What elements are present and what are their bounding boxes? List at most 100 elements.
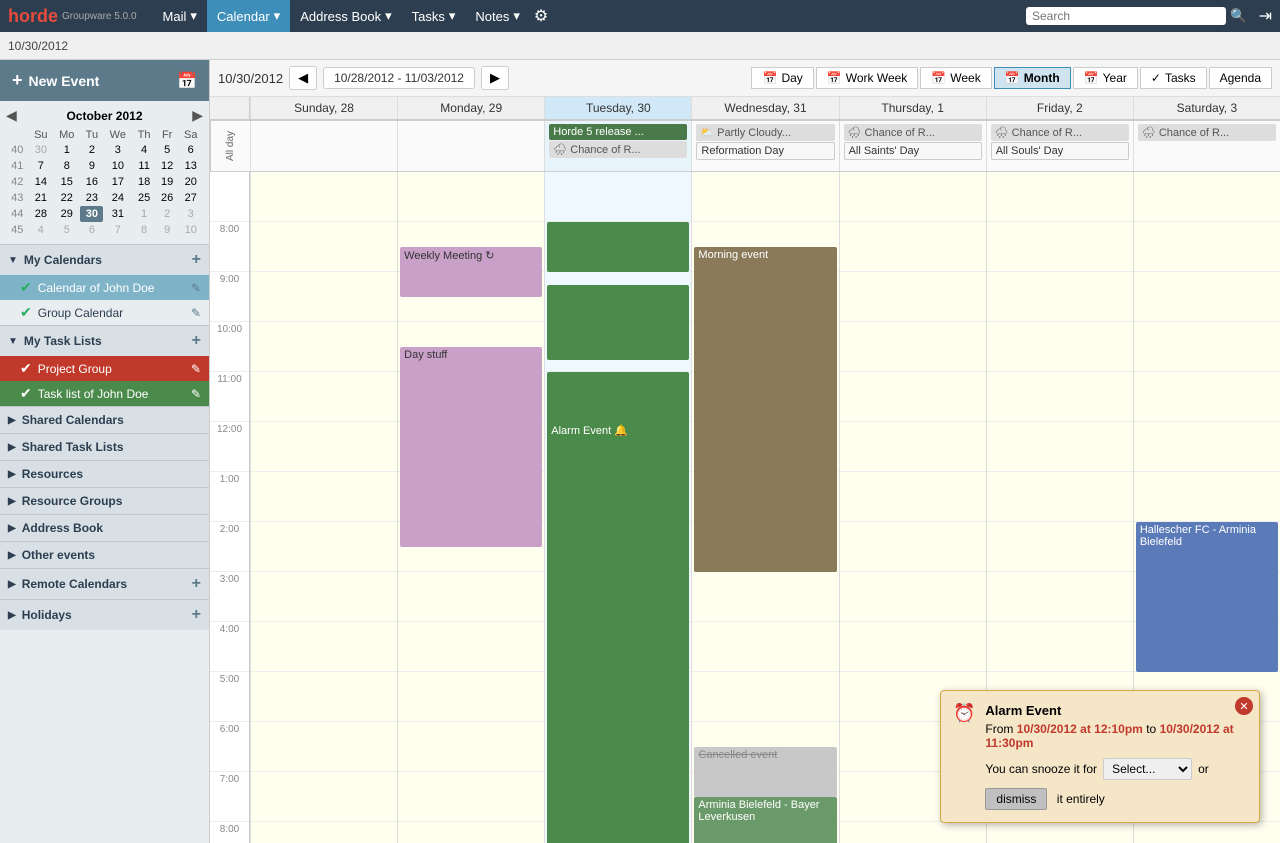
add-button[interactable]: + [192,606,201,624]
allday-cell-6[interactable]: 🌧 Chance of R... [1133,121,1280,171]
allday-cell-4[interactable]: 🌧 Chance of R... All Saints' Day [839,121,986,171]
next-month-button[interactable]: ▶ [192,107,203,124]
edit-calendar-button[interactable]: ✎ [191,306,201,320]
mini-cal-day[interactable]: 29 [53,206,80,222]
day-header-6[interactable]: Saturday, 3 [1133,97,1280,119]
chance-rain-event-thu[interactable]: 🌧 Chance of R... [844,124,982,141]
nav-calendar[interactable]: Calendar ▾ [207,0,290,32]
chance-rain-event-fri[interactable]: 🌧 Chance of R... [991,124,1129,141]
mini-cal-day[interactable]: 15 [53,174,80,190]
week-number[interactable]: 44 [6,206,29,222]
add-task-list-button[interactable]: + [192,332,201,350]
mini-cal-day[interactable]: 22 [53,190,80,206]
mini-cal-day[interactable]: 2 [80,142,103,158]
section-header[interactable]: ▶ Shared Calendars [0,407,209,433]
section-header[interactable]: ▶ Holidays + [0,600,209,630]
tab-agenda[interactable]: Agenda [1209,67,1272,89]
sidebar-item-project-group[interactable]: ✔ Project Group ✎ [0,356,209,381]
my-task-lists-header[interactable]: ▼ My Task Lists + [0,326,209,356]
mini-cal-day[interactable]: 9 [80,158,103,174]
mini-cal-day[interactable]: 7 [29,158,54,174]
day-header-4[interactable]: Thursday, 1 [839,97,986,119]
mini-cal-day[interactable]: 10 [103,158,132,174]
chance-rain-event-tue[interactable]: 🌧 Chance of R... [549,141,687,158]
edit-task-list-button[interactable]: ✎ [191,362,201,376]
calendar-event[interactable]: Day stuff [400,347,542,547]
day-column-2[interactable]: Alarm Event 🔔 [544,172,691,843]
all-souls-day-event[interactable]: All Souls' Day [991,142,1129,160]
next-week-button[interactable]: ▶ [481,66,509,90]
mini-cal-day[interactable]: 1 [53,142,80,158]
allday-cell-1[interactable] [397,121,544,171]
week-number[interactable]: 45 [6,222,29,238]
mini-cal-day[interactable]: 21 [29,190,54,206]
my-calendars-header[interactable]: ▼ My Calendars + [0,245,209,275]
mini-cal-day[interactable]: 27 [178,190,203,206]
section-header[interactable]: ▶ Shared Task Lists [0,434,209,460]
mini-cal-day[interactable]: 12 [156,158,179,174]
nav-mail[interactable]: Mail ▾ [153,0,207,32]
mini-cal-day[interactable]: 8 [53,158,80,174]
week-number[interactable]: 42 [6,174,29,190]
calendar-picker-icon[interactable]: 📅 [177,71,197,91]
mini-cal-day[interactable]: 5 [156,142,179,158]
prev-month-button[interactable]: ◀ [6,107,17,124]
tab-tasks[interactable]: ✓ Tasks [1140,67,1207,89]
allday-cell-0[interactable] [250,121,397,171]
day-column-3[interactable]: Morning eventCancelled eventArminia Biel… [691,172,838,843]
mini-cal-day[interactable]: 18 [132,174,156,190]
calendar-event[interactable]: Alarm Event 🔔 [547,422,689,843]
day-header-5[interactable]: Friday, 2 [986,97,1133,119]
day-column-1[interactable]: Weekly Meeting ↻ Day stuff [397,172,544,843]
sidebar-item-john-doe-tasks[interactable]: ✔ Task list of John Doe ✎ [0,381,209,406]
mini-cal-day[interactable]: 5 [53,222,80,238]
week-number[interactable]: 41 [6,158,29,174]
day-header-1[interactable]: Monday, 29 [397,97,544,119]
nav-tasks[interactable]: Tasks ▾ [402,0,466,32]
mini-cal-day[interactable]: 11 [132,158,156,174]
tab-day[interactable]: 📅 Day [751,67,813,89]
calendar-event[interactable] [547,285,689,360]
alarm-close-button[interactable]: ✕ [1235,697,1253,715]
horde-release-event[interactable]: Horde 5 release ... [549,124,687,140]
calendar-event[interactable]: Weekly Meeting ↻ [400,247,542,297]
day-header-2[interactable]: Tuesday, 30 [544,97,691,119]
section-header[interactable]: ▶ Address Book [0,515,209,541]
week-number[interactable]: 43 [6,190,29,206]
section-header[interactable]: ▶ Remote Calendars + [0,569,209,599]
calendar-event[interactable]: Morning event [694,247,836,572]
mini-cal-day[interactable]: 3 [178,206,203,222]
tab-month[interactable]: 📅 Month [994,67,1071,89]
mini-cal-day[interactable]: 4 [29,222,54,238]
nav-addressbook[interactable]: Address Book ▾ [290,0,401,32]
snooze-select[interactable]: Select... 5 minutes 10 minutes 15 minute… [1103,758,1192,780]
mini-cal-day[interactable]: 16 [80,174,103,190]
mini-cal-day[interactable]: 3 [103,142,132,158]
calendar-event[interactable]: Arminia Bielefeld - Bayer Leverkusen [694,797,836,843]
tab-week[interactable]: 📅 Week [920,67,991,89]
day-header-0[interactable]: Sunday, 28 [250,97,397,119]
mini-cal-day[interactable]: 25 [132,190,156,206]
mini-cal-day[interactable]: 7 [103,222,132,238]
section-header[interactable]: ▶ Resources [0,461,209,487]
mini-cal-day[interactable]: 23 [80,190,103,206]
sidebar-item-john-doe-calendar[interactable]: ✔ Calendar of John Doe ✎ [0,275,209,300]
sidebar-item-group-calendar[interactable]: ✔ Group Calendar ✎ [0,300,209,325]
calendar-event[interactable] [547,222,689,272]
mini-cal-day[interactable]: 10 [178,222,203,238]
prev-week-button[interactable]: ◀ [289,66,317,90]
calendar-event[interactable]: Hallescher FC - Arminia Bielefeld [1136,522,1278,672]
reformation-day-event[interactable]: Reformation Day [696,142,834,160]
tab-year[interactable]: 📅 Year [1073,67,1138,89]
mini-cal-day[interactable]: 24 [103,190,132,206]
section-header[interactable]: ▶ Other events [0,542,209,568]
mini-cal-day[interactable]: 31 [103,206,132,222]
mini-cal-day[interactable]: 20 [178,174,203,190]
search-button[interactable]: 🔍 [1226,8,1251,24]
mini-cal-day[interactable]: 30 [80,206,103,222]
mini-cal-day[interactable]: 17 [103,174,132,190]
mini-cal-day[interactable]: 1 [132,206,156,222]
search-input[interactable] [1032,9,1220,23]
nav-notes[interactable]: Notes ▾ [465,0,530,32]
allday-cell-2[interactable]: Horde 5 release ... 🌧 Chance of R... [544,121,691,171]
